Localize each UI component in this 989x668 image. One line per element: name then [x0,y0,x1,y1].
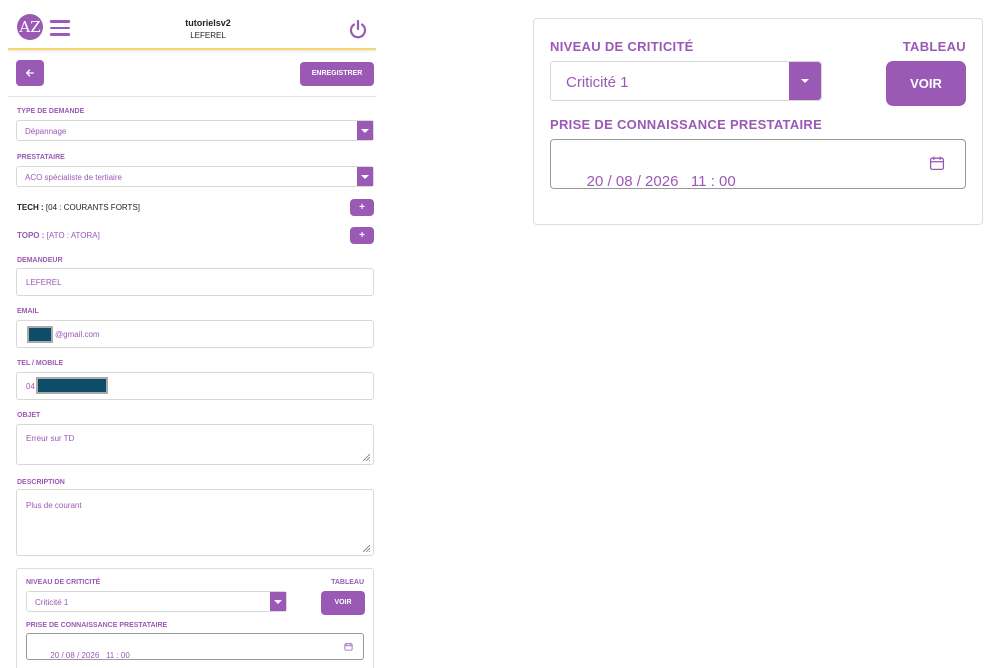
criticite-value: Criticité 1 [35,598,69,607]
criticite-card-zoomed: NIVEAU DE CRITICITÉ TABLEAU Criticité 1 … [533,18,983,225]
app-user: LEFEREL [190,31,226,40]
tableau-label: TABLEAU [331,579,364,586]
topo-label: TOPO : [17,231,45,240]
tel-label: TEL / MOBILE [17,360,64,367]
toolbar-divider [8,96,376,97]
email-label: EMAIL [17,308,39,315]
demandeur-label: DEMANDEUR [17,257,63,264]
power-icon[interactable] [348,19,368,39]
top-bar: AZ tutorielsv2 LEFEREL [8,0,376,50]
prestataire-select[interactable]: ACO spécialiste de tertiaire [16,166,374,187]
add-tech-button[interactable]: + [350,199,374,216]
voir-button[interactable]: VOIR [321,591,365,615]
prise-datetime-input[interactable]: 20 / 08 / 2026 11 : 00 [550,139,966,190]
calendar-icon[interactable] [344,642,353,651]
type-demande-label: TYPE DE DEMANDE [17,108,85,115]
chevron-down-icon[interactable] [357,121,373,140]
add-topo-button[interactable]: + [350,227,374,244]
resize-handle-icon[interactable] [362,453,370,461]
save-button[interactable]: ENREGISTRER [300,62,374,86]
tel-input[interactable]: 04 [16,372,374,400]
app-title: tutorielsv2 [185,18,231,28]
demandeur-value: LEFEREL [26,278,62,287]
prise-value: 20 / 08 / 2026 11 : 00 [586,173,736,190]
app-logo[interactable]: AZ [17,14,43,40]
mobile-form-panel: AZ tutorielsv2 LEFEREL ENREGISTRER TYPE … [8,0,376,668]
redacted-block [27,326,53,343]
type-demande-value: Dépannage [25,127,67,136]
objet-textarea[interactable]: Erreur sur TD [16,424,374,465]
prestataire-value: ACO spécialiste de tertiaire [25,173,122,182]
prise-datetime-input[interactable]: 20 / 08 / 2026 11 : 00 [26,633,364,660]
objet-label: OBJET [17,412,41,419]
criticite-label: NIVEAU DE CRITICITÉ [26,579,101,586]
objet-value: Erreur sur TD [26,434,75,443]
resize-handle-icon[interactable] [362,544,370,552]
tel-value: 04 [26,382,35,391]
chevron-down-icon[interactable] [357,167,373,186]
chevron-down-icon[interactable] [270,592,286,611]
criticite-value: Criticité 1 [566,74,629,91]
calendar-icon[interactable] [929,155,945,171]
tableau-label: TABLEAU [902,39,966,54]
arrow-left-icon [26,69,34,77]
email-value: @gmail.com [55,330,100,339]
email-input[interactable]: @gmail.com [16,320,374,348]
criticite-card: NIVEAU DE CRITICITÉ TABLEAU Criticité 1 … [16,568,374,668]
prestataire-label: PRESTATAIRE [17,154,65,161]
hamburger-icon[interactable] [50,20,70,36]
description-label: DESCRIPTION [17,479,65,486]
tech-row: TECH : [04 : COURANTS FORTS] [17,203,140,212]
chevron-down-icon[interactable] [789,62,821,100]
voir-button[interactable]: VOIR [886,61,966,106]
criticite-label: NIVEAU DE CRITICITÉ [550,39,694,54]
tech-value: [04 : COURANTS FORTS] [45,203,140,212]
redacted-block [36,377,108,394]
description-textarea[interactable]: Plus de courant [16,489,374,556]
prise-label: PRISE DE CONNAISSANCE PRESTATAIRE [26,622,168,629]
type-demande-select[interactable]: Dépannage [16,120,374,141]
tech-label: TECH : [17,203,44,212]
prise-value: 20 / 08 / 2026 11 : 00 [50,651,130,660]
demandeur-input[interactable]: LEFEREL [16,268,374,296]
criticite-select[interactable]: Criticité 1 [26,591,287,612]
criticite-select[interactable]: Criticité 1 [550,61,822,101]
prise-label: PRISE DE CONNAISSANCE PRESTATAIRE [550,117,823,132]
topo-value: [ATO : ATORA] [46,231,100,240]
topo-row: TOPO : [ATO : ATORA] [17,231,100,240]
description-value: Plus de courant [26,501,82,510]
back-button[interactable] [16,60,44,86]
